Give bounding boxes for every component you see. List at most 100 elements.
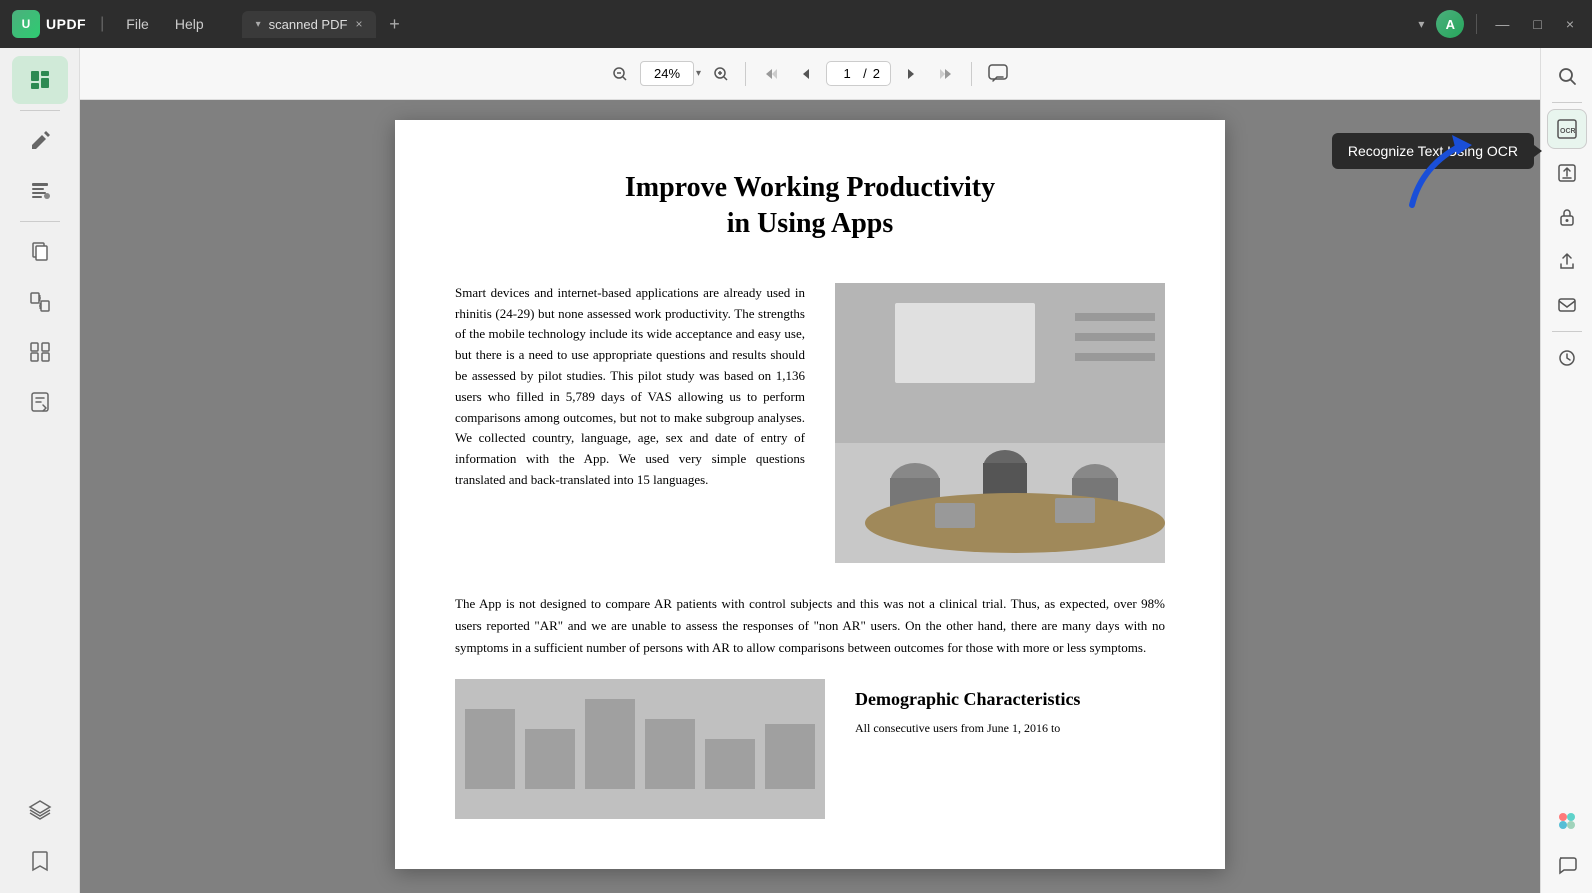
expand-icon[interactable]: ▾ bbox=[1418, 17, 1424, 31]
organize-icon bbox=[28, 340, 52, 364]
close-button[interactable]: × bbox=[1560, 12, 1580, 36]
zoom-dropdown-icon[interactable]: ▾ bbox=[696, 68, 701, 79]
chat-button[interactable] bbox=[1547, 845, 1587, 885]
separator: | bbox=[100, 15, 104, 33]
pdf-viewer[interactable]: Improve Working Productivity in Using Ap… bbox=[80, 100, 1540, 893]
logo-letter: U bbox=[22, 17, 31, 31]
menu-file[interactable]: File bbox=[118, 12, 157, 36]
nav-first-button[interactable] bbox=[754, 58, 786, 90]
annotate-icon bbox=[28, 179, 52, 203]
ocr-button[interactable]: OCR bbox=[1547, 109, 1587, 149]
colorful-button[interactable] bbox=[1547, 801, 1587, 841]
page-input-area[interactable]: / 2 bbox=[826, 61, 891, 86]
page-total: 2 bbox=[873, 66, 880, 81]
sidebar-item-annotate[interactable] bbox=[12, 167, 68, 215]
comment-icon bbox=[987, 63, 1009, 85]
page-separator: / bbox=[863, 66, 867, 81]
right-sidebar: OCR bbox=[1540, 48, 1592, 893]
pdf-demographic-section: Demographic Characteristics All consecut… bbox=[855, 679, 1165, 819]
sidebar-item-view[interactable] bbox=[12, 56, 68, 104]
zoom-out-button[interactable] bbox=[604, 58, 636, 90]
sidebar-separator-2 bbox=[20, 221, 60, 222]
divider bbox=[1476, 14, 1477, 34]
edit-icon bbox=[28, 129, 52, 153]
clock-icon bbox=[1557, 348, 1577, 368]
nav-first-icon bbox=[762, 66, 778, 82]
pdf-bottom-section: Demographic Characteristics All consecut… bbox=[455, 679, 1165, 819]
chat-icon bbox=[1557, 855, 1577, 875]
user-avatar[interactable]: A bbox=[1436, 10, 1464, 38]
sidebar-item-organize[interactable] bbox=[12, 328, 68, 376]
svg-text:OCR: OCR bbox=[1560, 128, 1576, 135]
tab-dropdown-icon: ▾ bbox=[256, 19, 261, 30]
convert-icon bbox=[28, 290, 52, 314]
pdf-page: Improve Working Productivity in Using Ap… bbox=[395, 120, 1225, 869]
right-separator-2 bbox=[1552, 331, 1582, 332]
sidebar-item-pages[interactable] bbox=[12, 228, 68, 276]
zoom-in-button[interactable] bbox=[705, 58, 737, 90]
pdf-section-title: Demographic Characteristics bbox=[855, 689, 1165, 710]
export-button[interactable] bbox=[1547, 153, 1587, 193]
nav-next-icon bbox=[903, 66, 919, 82]
pdf-main-content: Smart devices and internet-based applica… bbox=[455, 283, 1165, 563]
email-icon bbox=[1557, 295, 1577, 315]
nav-prev-button[interactable] bbox=[790, 58, 822, 90]
meeting-room-svg bbox=[835, 283, 1165, 563]
bookmark-icon bbox=[28, 849, 52, 873]
tab-scanned-pdf[interactable]: ▾ scanned PDF × bbox=[242, 11, 377, 38]
tab-area: ▾ scanned PDF × + bbox=[242, 11, 1409, 38]
page-input[interactable] bbox=[837, 66, 857, 81]
sidebar-item-convert[interactable] bbox=[12, 278, 68, 326]
comment-button[interactable] bbox=[980, 56, 1016, 92]
ocr-icon: OCR bbox=[1555, 117, 1579, 141]
share-button[interactable] bbox=[1547, 241, 1587, 281]
zoom-value[interactable]: 24% bbox=[640, 61, 694, 86]
lock-button[interactable] bbox=[1547, 197, 1587, 237]
chart-svg bbox=[455, 679, 825, 819]
nav-last-icon bbox=[939, 66, 955, 82]
minimize-button[interactable]: — bbox=[1489, 12, 1515, 36]
share-icon bbox=[1557, 251, 1577, 271]
title-bar: U UPDF | File Help ▾ scanned PDF × + ▾ A… bbox=[0, 0, 1592, 48]
email-button[interactable] bbox=[1547, 285, 1587, 325]
pdf-paragraph-3: All consecutive users from June 1, 2016 … bbox=[855, 718, 1165, 738]
sidebar-item-edit[interactable] bbox=[12, 117, 68, 165]
app-logo[interactable]: U UPDF bbox=[12, 10, 86, 38]
export-icon bbox=[1557, 163, 1577, 183]
pdf-meeting-image bbox=[835, 283, 1165, 563]
window-controls: ▾ A — □ × bbox=[1418, 10, 1580, 38]
nav-next-button[interactable] bbox=[895, 58, 927, 90]
tab-title: scanned PDF bbox=[269, 17, 348, 32]
main-area: 24% ▾ bbox=[0, 48, 1592, 893]
tab-close-icon[interactable]: × bbox=[355, 17, 362, 31]
right-separator-1 bbox=[1552, 102, 1582, 103]
pdf-bottom-image bbox=[455, 679, 825, 819]
history-button[interactable] bbox=[1547, 338, 1587, 378]
sidebar-item-extract[interactable] bbox=[12, 378, 68, 426]
pdf-paragraph-1: Smart devices and internet-based applica… bbox=[455, 283, 805, 491]
app-name: UPDF bbox=[46, 16, 86, 32]
sidebar-separator-1 bbox=[20, 110, 60, 111]
zoom-in-icon bbox=[713, 66, 729, 82]
menu-help[interactable]: Help bbox=[167, 12, 212, 36]
maximize-button[interactable]: □ bbox=[1527, 12, 1547, 36]
left-sidebar bbox=[0, 48, 80, 893]
pages-icon bbox=[28, 240, 52, 264]
new-tab-button[interactable]: + bbox=[382, 12, 406, 36]
search-icon bbox=[1557, 66, 1577, 86]
sidebar-item-integrations[interactable] bbox=[12, 787, 68, 835]
sidebar-item-bookmarks[interactable] bbox=[12, 837, 68, 885]
logo-icon: U bbox=[12, 10, 40, 38]
lock-icon bbox=[1557, 207, 1577, 227]
nav-prev-icon bbox=[798, 66, 814, 82]
extract-icon bbox=[28, 390, 52, 414]
layers-icon bbox=[28, 799, 52, 823]
view-icon bbox=[28, 68, 52, 92]
search-button[interactable] bbox=[1547, 56, 1587, 96]
pdf-paragraph-2: The App is not designed to compare AR pa… bbox=[455, 593, 1165, 659]
colorful-icon bbox=[1555, 809, 1579, 833]
zoom-out-icon bbox=[612, 66, 628, 82]
toolbar-separator-1 bbox=[745, 62, 746, 86]
nav-last-button[interactable] bbox=[931, 58, 963, 90]
zoom-control[interactable]: 24% ▾ bbox=[640, 61, 701, 86]
